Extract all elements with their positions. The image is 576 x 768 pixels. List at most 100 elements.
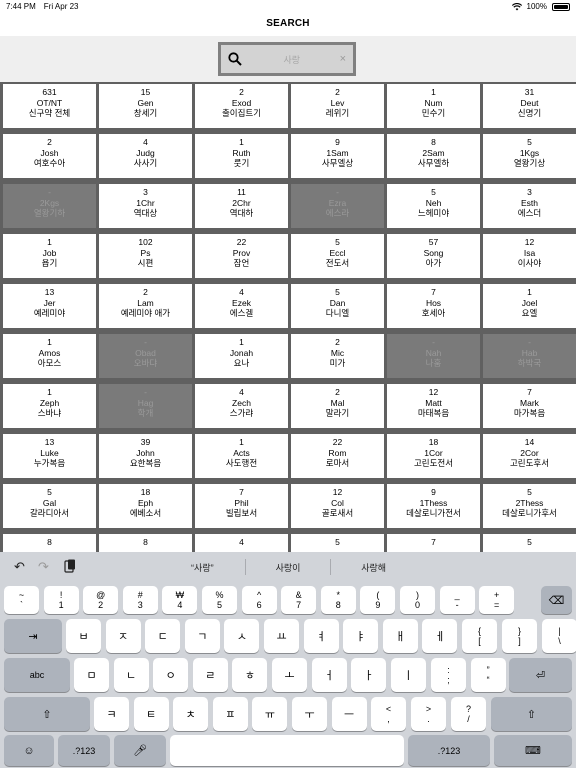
key[interactable]: ㅋ xyxy=(94,697,129,731)
book-cell[interactable]: 5 Neh 느헤미야 xyxy=(387,184,480,228)
book-cell[interactable]: 1 Jonah 요나 xyxy=(195,334,288,378)
numbers-key-left[interactable]: .?123 xyxy=(58,735,110,766)
redo-icon[interactable]: ↷ xyxy=(38,559,49,575)
book-cell[interactable]: 1 Amos 아모스 xyxy=(3,334,96,378)
book-cell[interactable]: 7 Mark 마가복음 xyxy=(483,384,576,428)
key[interactable]: ㅔ xyxy=(422,619,458,653)
key[interactable]: ㅍ xyxy=(212,697,248,731)
dictation-key[interactable]: 🎤︎ xyxy=(114,735,166,766)
book-cell[interactable]: 5 1Kgs 열왕기상 xyxy=(483,134,576,178)
book-cell[interactable]: 31 Deut 신명기 xyxy=(483,84,576,128)
delete-key[interactable]: ⌫ xyxy=(541,586,572,614)
clipboard-icon[interactable] xyxy=(64,559,76,576)
book-cell[interactable]: 4 Zech 스가랴 xyxy=(195,384,288,428)
book-cell[interactable]: 2 Lev 레위기 xyxy=(291,84,384,128)
emoji-key[interactable]: ☺ xyxy=(4,735,54,766)
search-input[interactable]: 사랑 xyxy=(244,53,340,66)
book-cell[interactable]: 11 2Chr 역대하 xyxy=(195,184,288,228)
key[interactable]: >. xyxy=(411,697,446,731)
key[interactable]: ㅡ xyxy=(331,697,367,731)
suggestion-2[interactable]: 사랑이 xyxy=(246,561,331,574)
book-cell[interactable]: 18 1Cor 고린도전서 xyxy=(387,434,480,478)
shift-key-right[interactable]: ⇧ xyxy=(491,697,572,731)
book-cell[interactable]: 5 2Thess 데살로니가후서 xyxy=(483,484,576,528)
key[interactable]: ㄴ xyxy=(113,658,149,692)
book-cell[interactable]: 5 Eccl 전도서 xyxy=(291,234,384,278)
key[interactable]: ㄱ xyxy=(184,619,220,653)
book-cell[interactable]: 8 2Sam 사무엘하 xyxy=(387,134,480,178)
book-cell[interactable]: 9 1Sam 사무엘상 xyxy=(291,134,384,178)
book-cell[interactable]: 3 Esth 에스더 xyxy=(483,184,576,228)
key[interactable]: ㅎ xyxy=(232,658,268,692)
book-cell[interactable]: 8 xyxy=(3,534,96,552)
shift-key-left[interactable]: ⇧ xyxy=(4,697,90,731)
return-key[interactable]: ⏎ xyxy=(509,658,572,692)
key[interactable]: % 5 xyxy=(202,586,237,614)
key[interactable]: #3 xyxy=(122,586,158,614)
book-cell[interactable]: 18 Eph 에베소서 xyxy=(99,484,192,528)
numbers-key-right[interactable]: .?123 xyxy=(408,735,490,766)
key[interactable]: (9 xyxy=(360,586,396,614)
book-cell[interactable]: 631 OT/NT 신구약 전체 xyxy=(3,84,96,128)
key[interactable]: ㅌ xyxy=(133,697,169,731)
book-cell[interactable]: 9 1Thess 데살로니가전서 xyxy=(387,484,480,528)
key[interactable]: ~ ` xyxy=(4,586,39,614)
key[interactable]: ㅕ xyxy=(303,619,339,653)
book-cell[interactable]: 5 Gal 갈라디아서 xyxy=(3,484,96,528)
book-cell[interactable]: 8 xyxy=(99,534,192,552)
key[interactable]: ! 1 xyxy=(43,586,79,614)
book-cell[interactable]: 12 Col 골로새서 xyxy=(291,484,384,528)
key[interactable]: ㅁ xyxy=(74,658,109,692)
hide-keyboard-key[interactable]: ⌨ xyxy=(494,735,572,766)
book-cell[interactable]: 1 Joel 요엘 xyxy=(483,284,576,328)
book-cell[interactable]: 13 Luke 누가복음 xyxy=(3,434,96,478)
key[interactable]: ㅛ xyxy=(264,619,299,653)
book-cell[interactable]: 2 Mal 말라기 xyxy=(291,384,384,428)
book-cell[interactable]: 5 Dan 다니엘 xyxy=(291,284,384,328)
caps-lock-key[interactable]: abc xyxy=(4,658,70,692)
space-bar[interactable] xyxy=(170,735,404,766)
book-cell[interactable]: 1 Ruth 룻기 xyxy=(195,134,288,178)
key[interactable]: ㅐ xyxy=(382,619,418,653)
key[interactable]: ㅂ xyxy=(66,619,101,653)
key[interactable]: ^ 6 xyxy=(241,586,277,614)
search-field[interactable]: 사랑 × xyxy=(218,42,356,76)
book-cell[interactable]: 57 Song 아가 xyxy=(387,234,480,278)
key[interactable]: <, xyxy=(371,697,406,731)
suggestion-1[interactable]: “사랑” xyxy=(160,561,245,574)
book-cell[interactable]: 39 John 요한복음 xyxy=(99,434,192,478)
key[interactable]: ㅣ xyxy=(390,658,426,692)
key[interactable]: ㅇ xyxy=(153,658,189,692)
key[interactable]: ㅅ xyxy=(224,619,260,653)
key[interactable]: ㅠ xyxy=(252,697,288,731)
book-cell[interactable]: 102 Ps 시편 xyxy=(99,234,192,278)
key[interactable]: ㅈ xyxy=(105,619,141,653)
book-cell[interactable]: 3 1Chr 역대상 xyxy=(99,184,192,228)
key[interactable]: ㅏ xyxy=(351,658,387,692)
book-cell[interactable]: 2 Josh 여호수아 xyxy=(3,134,96,178)
key[interactable]: {[ xyxy=(462,619,497,653)
book-cell[interactable]: 12 Isa 이사야 xyxy=(483,234,576,278)
book-cell[interactable]: 2 Exod 출이집트기 xyxy=(195,84,288,128)
book-cell[interactable]: 1 Job 욥기 xyxy=(3,234,96,278)
book-cell[interactable]: 7 xyxy=(387,534,480,552)
book-cell[interactable]: 7 Hos 호세아 xyxy=(387,284,480,328)
book-cell[interactable]: 7 Phil 빌립보서 xyxy=(195,484,288,528)
suggestion-3[interactable]: 사랑해 xyxy=(331,561,416,574)
key[interactable]: ㅜ xyxy=(292,697,327,731)
key[interactable]: ₩4 xyxy=(162,586,198,614)
undo-icon[interactable]: ↶ xyxy=(14,559,25,575)
book-cell[interactable]: 1 Num 민수기 xyxy=(387,84,480,128)
key[interactable]: ” “ xyxy=(470,658,506,692)
book-cell[interactable]: 14 2Cor 고린도후서 xyxy=(483,434,576,478)
book-cell[interactable]: 2 Lam 예레미야 애가 xyxy=(99,284,192,328)
book-cell[interactable]: 4 Judg 사사기 xyxy=(99,134,192,178)
book-cell[interactable]: 15 Gen 창세기 xyxy=(99,84,192,128)
book-cell[interactable]: 13 Jer 예레미야 xyxy=(3,284,96,328)
clear-icon[interactable]: × xyxy=(340,53,346,65)
key[interactable]: ㅑ xyxy=(343,619,379,653)
book-cell[interactable]: 5 xyxy=(291,534,384,552)
book-cell[interactable]: 1 Acts 사도행전 xyxy=(195,434,288,478)
book-cell[interactable]: 1 Zeph 스바냐 xyxy=(3,384,96,428)
key[interactable]: :; xyxy=(431,658,466,692)
